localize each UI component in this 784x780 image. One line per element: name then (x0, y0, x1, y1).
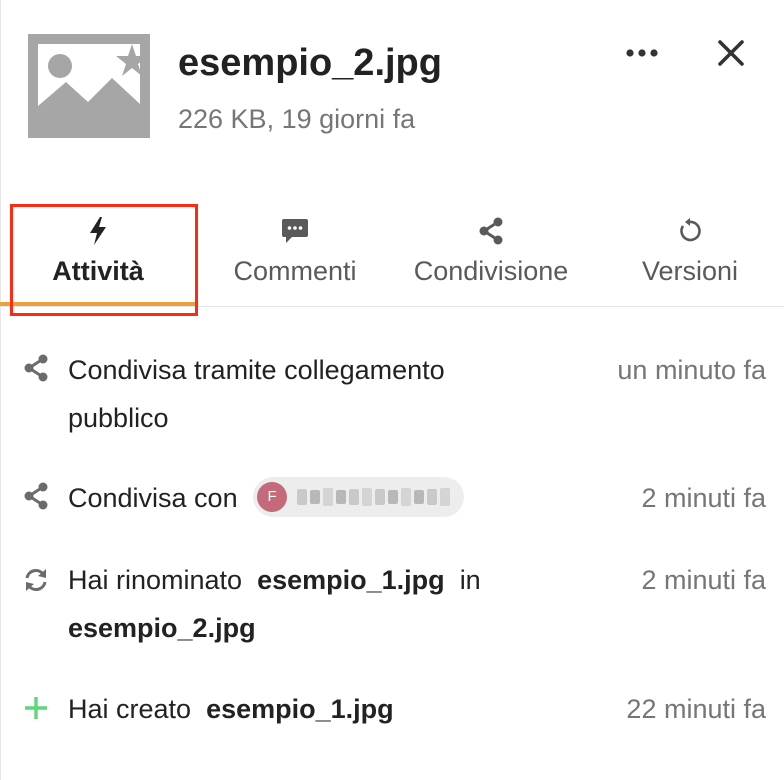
blurred-username (297, 487, 451, 506)
tab-versions-label: Versioni (641, 256, 739, 286)
panel-left-border (0, 0, 1, 780)
tab-versions[interactable]: Versioni (596, 200, 784, 306)
more-options-button[interactable] (622, 38, 662, 70)
activity-time: 22 minuti fa (626, 694, 766, 724)
more-horizontal-icon (625, 45, 659, 63)
tab-activity-label: Attività (52, 256, 144, 286)
share-icon (22, 354, 50, 382)
file-name: esempio_2.jpg (178, 42, 442, 84)
file-meta: 226 KB, 19 giorni fa (178, 104, 416, 134)
activity-text: in (459, 565, 481, 595)
tab-sharing-label: Condivisione (413, 256, 569, 286)
activity-time: un minuto fa (617, 355, 766, 385)
file-link-new-name[interactable]: esempio_2.jpg (68, 604, 481, 652)
activity-text: Condivisa con (68, 483, 238, 513)
user-chip[interactable]: F (253, 476, 465, 517)
image-placeholder-icon (28, 34, 150, 138)
close-icon (718, 39, 744, 71)
activity-text: Hai rinominato (68, 565, 243, 595)
rename-icon (22, 566, 50, 594)
activity-text: Hai creato (68, 694, 192, 724)
sidebar-tabs: Attività Commenti Condivisione Versioni (0, 200, 784, 308)
activity-item-shared-with: Condivisa con F (68, 474, 465, 522)
tab-activity[interactable]: Attività (0, 200, 196, 306)
lightning-icon (83, 216, 113, 246)
share-icon (22, 482, 50, 510)
tabs-divider (0, 306, 784, 307)
activity-item-public-link: Condivisa tramite collegamento pubblico (68, 346, 445, 442)
activity-text-line2: pubblico (68, 403, 169, 433)
tab-comments-label: Commenti (233, 256, 357, 286)
activity-text-line1: Condivisa tramite collegamento (68, 355, 445, 385)
tab-sharing[interactable]: Condivisione (396, 200, 586, 306)
avatar: F (257, 481, 288, 512)
activity-time: 2 minuti fa (641, 565, 766, 595)
file-link-old-name[interactable]: esempio_1.jpg (257, 565, 445, 595)
activity-item-created: Hai creato esempio_1.jpg (68, 685, 394, 733)
tab-comments[interactable]: Commenti (200, 200, 390, 306)
share-icon (476, 216, 506, 246)
history-icon (675, 216, 705, 246)
comment-icon (280, 216, 310, 246)
active-tab-indicator (0, 302, 196, 306)
close-button[interactable] (712, 36, 750, 74)
file-link-created[interactable]: esempio_1.jpg (206, 694, 394, 724)
activity-time: 2 minuti fa (641, 483, 766, 513)
plus-icon (22, 694, 50, 722)
activity-item-renamed: Hai rinominato esempio_1.jpg in esempio_… (68, 556, 481, 652)
